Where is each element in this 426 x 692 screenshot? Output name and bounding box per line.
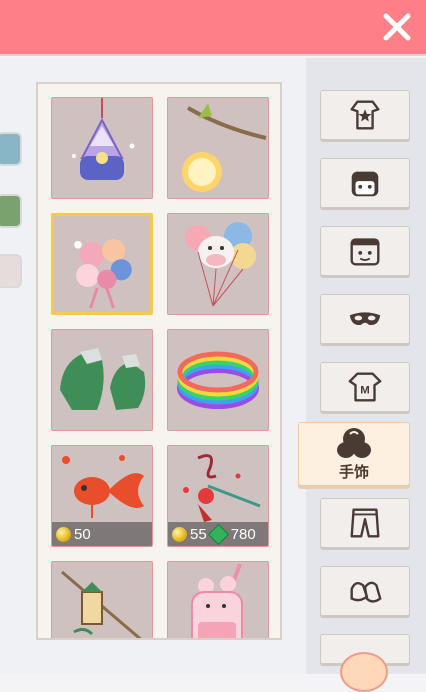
gauntlets-icon	[60, 348, 146, 410]
category-mask[interactable]	[320, 294, 410, 344]
price-tag: 55 780	[168, 522, 268, 546]
item-card-bouquet[interactable]	[51, 213, 153, 315]
top-bar	[0, 0, 426, 56]
category-pants[interactable]	[320, 498, 410, 548]
bottom-badge-icon[interactable]	[340, 652, 388, 692]
item-card-bunny-cup[interactable]	[167, 561, 269, 638]
mask-icon	[349, 312, 381, 325]
close-x-icon	[383, 13, 411, 41]
price-coins: 50	[74, 525, 91, 543]
gem-icon	[207, 523, 229, 545]
moon-lantern-icon	[182, 103, 267, 192]
coin-icon	[56, 526, 71, 542]
svg-text:M: M	[360, 385, 370, 397]
category-face[interactable]	[320, 226, 410, 276]
item-card-bangles[interactable]	[167, 329, 269, 431]
price-gems: 780	[230, 525, 256, 543]
face-icon	[350, 238, 380, 266]
hair-icon	[351, 171, 379, 197]
item-card-cow-balloons[interactable]	[167, 213, 269, 315]
price-tag: 50	[52, 522, 152, 546]
price-coins: 55	[190, 525, 207, 543]
item-grid: 50 55 780	[36, 82, 282, 640]
item-card-lantern-pole[interactable]	[51, 561, 153, 638]
shoes-icon	[350, 581, 382, 603]
category-outfit[interactable]	[320, 90, 410, 140]
item-card-goldfish[interactable]: 50	[51, 445, 153, 547]
shirt-icon: M	[348, 372, 382, 402]
category-hand-accessory[interactable]: 手饰	[298, 422, 410, 486]
pants-icon	[350, 508, 380, 538]
item-card-gauntlets[interactable]	[51, 329, 153, 431]
item-card-furin[interactable]	[51, 97, 153, 199]
bouquet-icon	[74, 239, 132, 309]
side-tab-light[interactable]	[0, 254, 22, 288]
category-hair[interactable]	[320, 158, 410, 208]
item-card-moon-lantern[interactable]	[167, 97, 269, 199]
close-button[interactable]	[380, 10, 414, 44]
bunny-cup-icon	[191, 563, 243, 638]
bangles-icon	[177, 351, 259, 409]
category-label: 手饰	[338, 464, 369, 481]
balloons-icon	[185, 222, 256, 307]
furin-chime-icon	[72, 98, 135, 180]
side-tab-blue[interactable]	[0, 132, 22, 166]
category-shirt[interactable]: M	[320, 362, 410, 412]
lantern-pole-icon	[61, 570, 142, 638]
item-card-rose-wand[interactable]: 55 780	[167, 445, 269, 547]
coin-icon	[172, 526, 187, 542]
category-shoes[interactable]	[320, 566, 410, 616]
outfit-icon	[350, 100, 380, 130]
hand-accessory-icon	[337, 428, 371, 458]
side-tab-green[interactable]	[0, 194, 22, 228]
